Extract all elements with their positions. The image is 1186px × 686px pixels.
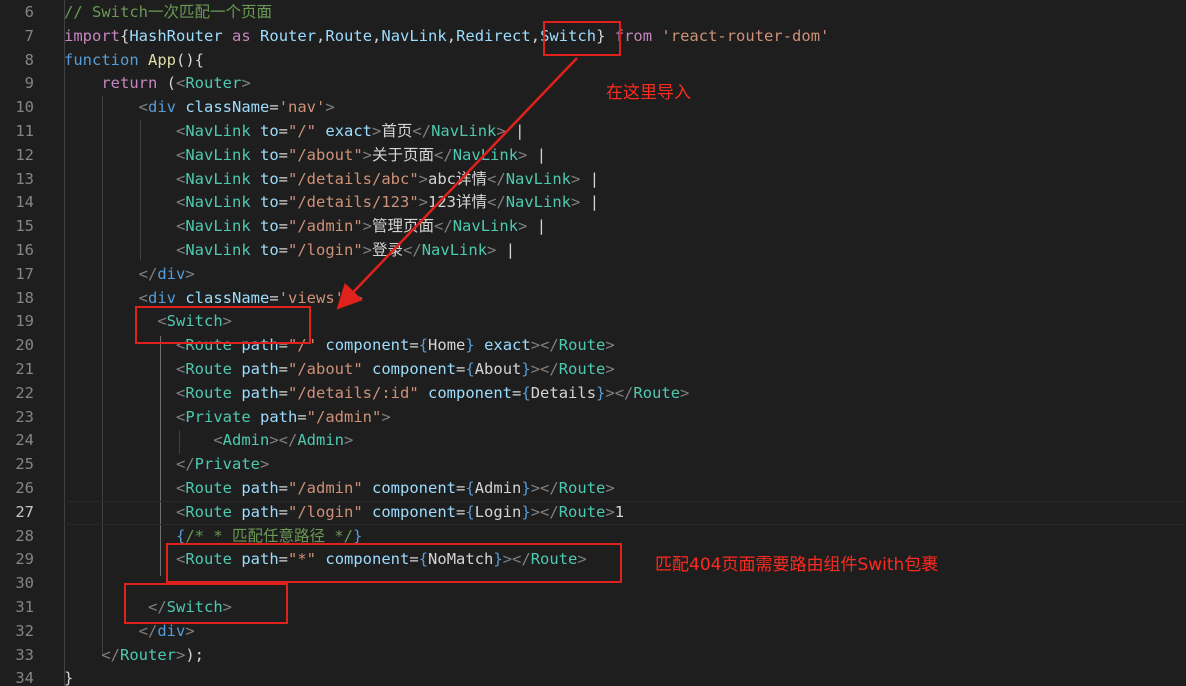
annotation-arrows [336,57,578,310]
import-annotation: 在这里导入 [606,83,691,103]
switch-annotation: 匹配404页面需要路由组件Swith包裹 [655,555,939,575]
arrow-line [336,57,578,310]
code-editor[interactable]: 6// Switch一次匹配一个页面 7 import{HashRouter as … [0,0,1186,686]
